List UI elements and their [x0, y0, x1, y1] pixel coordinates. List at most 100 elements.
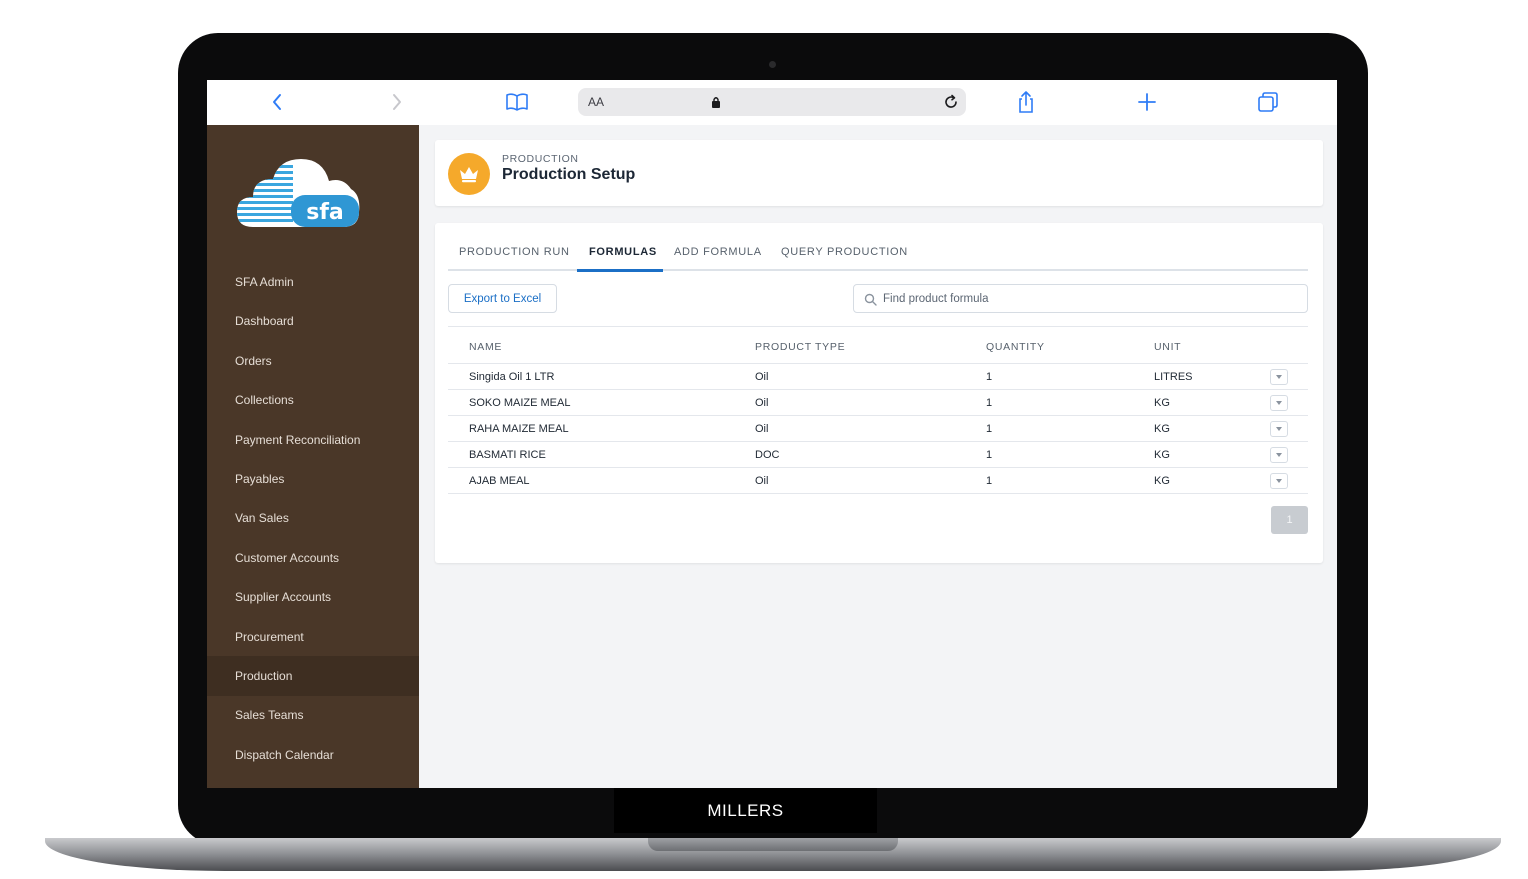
browser-toolbar: AA [207, 80, 1337, 125]
chevron-down-icon [1276, 479, 1282, 483]
formulas-panel: PRODUCTION RUN FORMULAS ADD FORMULA QUER… [435, 223, 1323, 563]
cell-unit: KG [1154, 475, 1170, 487]
column-header-name[interactable]: NAME [469, 341, 502, 353]
chevron-down-icon [1276, 401, 1282, 405]
tab-add-formula[interactable]: ADD FORMULA [674, 246, 762, 271]
cell-product-type: Oil [755, 423, 769, 435]
table-row[interactable]: Singida Oil 1 LTR Oil 1 LITRES [448, 364, 1308, 390]
tab-formulas[interactable]: FORMULAS [589, 246, 657, 271]
sidebar-item-payables[interactable]: Payables [207, 459, 419, 499]
cell-product-type: DOC [755, 449, 780, 461]
cell-quantity: 1 [986, 371, 993, 383]
cell-unit: KG [1154, 449, 1170, 461]
sidebar-item-production[interactable]: Production [207, 656, 419, 696]
sidebar-item-sfa-admin[interactable]: SFA Admin [207, 262, 419, 302]
reload-icon[interactable] [942, 93, 960, 111]
sidebar-item-collections[interactable]: Collections [207, 380, 419, 420]
table-row[interactable]: AJAB MEAL Oil 1 KG [448, 468, 1308, 494]
sidebar-item-label: Orders [235, 353, 272, 368]
svg-text:sfa: sfa [306, 200, 344, 225]
laptop-hinge [648, 838, 898, 851]
table-row[interactable]: SOKO MAIZE MEAL Oil 1 KG [448, 390, 1308, 416]
sidebar-item-van-sales[interactable]: Van Sales [207, 498, 419, 538]
sidebar-item-label: Van Sales [235, 511, 289, 526]
sidebar-item-dispatch-calendar[interactable]: Dispatch Calendar [207, 735, 419, 775]
cell-product-type: Oil [755, 475, 769, 487]
tabs-overview-icon[interactable] [1255, 89, 1281, 115]
page-header: PRODUCTION Production Setup [435, 140, 1323, 206]
table-row[interactable]: BASMATI RICE DOC 1 KG [448, 442, 1308, 468]
cell-quantity: 1 [986, 449, 993, 461]
cell-unit: LITRES [1154, 371, 1193, 383]
column-header-unit[interactable]: UNIT [1154, 341, 1181, 353]
new-tab-icon[interactable] [1134, 89, 1160, 115]
cell-product-type: Oil [755, 397, 769, 409]
column-header-product-type[interactable]: PRODUCT TYPE [755, 341, 845, 353]
sidebar-item-label: Sales Teams [235, 708, 304, 723]
sidebar-item-sales-teams[interactable]: Sales Teams [207, 695, 419, 735]
cell-name: SOKO MAIZE MEAL [469, 397, 571, 409]
bookmarks-icon[interactable] [504, 89, 530, 115]
crown-icon [448, 153, 490, 195]
sidebar-item-customer-accounts[interactable]: Customer Accounts [207, 538, 419, 578]
cell-quantity: 1 [986, 397, 993, 409]
sidebar-item-procurement[interactable]: Procurement [207, 617, 419, 657]
cell-product-type: Oil [755, 371, 769, 383]
page-kicker: PRODUCTION [502, 153, 579, 165]
chevron-down-icon [1276, 453, 1282, 457]
sidebar-item-orders[interactable]: Orders [207, 341, 419, 381]
sidebar-item-label: Production [235, 669, 293, 683]
cell-unit: KG [1154, 423, 1170, 435]
search-input[interactable]: Find product formula [853, 284, 1308, 313]
tab-production-run[interactable]: PRODUCTION RUN [459, 246, 570, 271]
sidebar-item-supplier-accounts[interactable]: Supplier Accounts [207, 577, 419, 617]
tab-bar: PRODUCTION RUN FORMULAS ADD FORMULA QUER… [448, 239, 1308, 272]
screen: AA sfa SFA Admin Dashboard Orders Collec… [207, 80, 1337, 788]
sidebar-item-label: Collections [235, 393, 294, 408]
cell-quantity: 1 [986, 475, 993, 487]
active-tab-indicator [577, 269, 663, 272]
page-title: Production Setup [502, 166, 636, 183]
back-icon[interactable] [264, 89, 290, 115]
cell-name: AJAB MEAL [469, 475, 530, 487]
export-to-excel-button[interactable]: Export to Excel [448, 284, 557, 313]
lock-icon [712, 97, 720, 108]
sidebar-item-label: Supplier Accounts [235, 590, 332, 605]
sidebar-item-label: Procurement [235, 629, 304, 644]
sidebar-item-label: Payment Reconciliation [235, 432, 361, 447]
sidebar-item-label: Dashboard [235, 314, 294, 329]
forward-icon[interactable] [384, 89, 410, 115]
sidebar-item-payment-reconciliation[interactable]: Payment Reconciliation [207, 420, 419, 460]
row-actions-dropdown[interactable] [1270, 473, 1288, 489]
cell-quantity: 1 [986, 423, 993, 435]
sidebar-item-label: Payables [235, 472, 285, 486]
cell-name: Singida Oil 1 LTR [469, 371, 555, 383]
cell-unit: KG [1154, 397, 1170, 409]
column-header-quantity[interactable]: QUANTITY [986, 341, 1045, 353]
search-icon [864, 293, 877, 306]
row-actions-dropdown[interactable] [1270, 395, 1288, 411]
sidebar-item-label: Dispatch Calendar [235, 747, 334, 762]
sidebar-item-label: SFA Admin [235, 275, 294, 289]
table-row[interactable]: RAHA MAIZE MEAL Oil 1 KG [448, 416, 1308, 442]
brand-label: MILLERS [614, 788, 877, 833]
address-bar[interactable]: AA [578, 88, 966, 116]
sidebar-item-dashboard[interactable]: Dashboard [207, 301, 419, 341]
row-actions-dropdown[interactable] [1270, 421, 1288, 437]
table-header: NAME PRODUCT TYPE QUANTITY UNIT [448, 326, 1308, 364]
text-size-button[interactable]: AA [588, 95, 604, 109]
chevron-down-icon [1276, 375, 1282, 379]
tab-query-production[interactable]: QUERY PRODUCTION [781, 246, 908, 271]
row-actions-dropdown[interactable] [1270, 447, 1288, 463]
formulas-table: NAME PRODUCT TYPE QUANTITY UNIT Singida … [448, 326, 1308, 494]
sidebar-item-label: Customer Accounts [235, 550, 340, 565]
sfa-logo: sfa [237, 159, 360, 227]
cell-name: BASMATI RICE [469, 449, 546, 461]
chevron-down-icon [1276, 427, 1282, 431]
search-placeholder: Find product formula [883, 293, 989, 305]
pagination-page-button[interactable]: 1 [1271, 506, 1308, 534]
share-icon[interactable] [1013, 89, 1039, 115]
sidebar: sfa SFA Admin Dashboard Orders Collections P… [207, 125, 419, 788]
cell-name: RAHA MAIZE MEAL [469, 423, 569, 435]
row-actions-dropdown[interactable] [1270, 369, 1288, 385]
